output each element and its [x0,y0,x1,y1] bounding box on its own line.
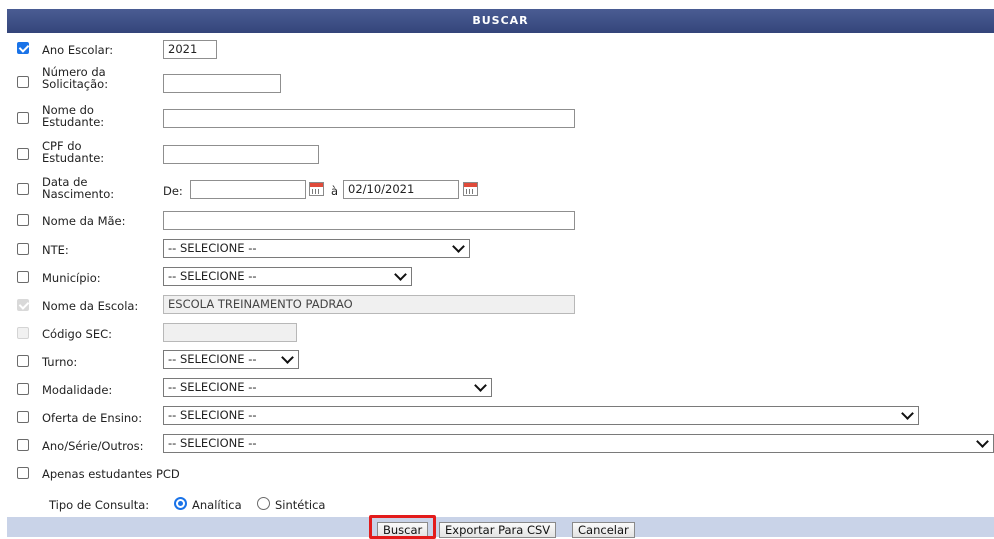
cpf-estudante-input[interactable] [163,145,319,164]
nome-escola-checkbox [17,299,29,311]
modalidade-label: Modalidade: [42,383,113,397]
calendar-icon-de[interactable] [309,182,324,196]
nte-label: NTE: [42,243,69,257]
municipio-label: Município: [42,271,101,285]
turno-selected: -- SELECIONE -- [168,352,257,366]
numero-solicitacao-input[interactable] [163,74,281,93]
sintetica-label: Sintética [275,498,326,512]
data-de-input[interactable] [190,180,306,199]
calendar-icon-a[interactable] [463,182,478,196]
turno-checkbox[interactable] [17,355,29,367]
exportar-csv-button[interactable]: Exportar Para CSV [439,522,557,538]
ano-serie-select[interactable]: -- SELECIONE -- [163,434,994,453]
chevron-down-icon [901,407,914,420]
analitica-label: Analítica [192,498,242,512]
data-a-label: à [331,184,339,198]
tipo-consulta-label: Tipo de Consulta: [49,498,150,512]
nte-select[interactable]: -- SELECIONE -- [163,239,470,258]
oferta-ensino-label: Oferta de Ensino: [42,411,143,425]
modalidade-selected: -- SELECIONE -- [168,380,257,394]
data-nascimento-label-line2: Nascimento: [42,187,115,201]
data-nascimento-checkbox[interactable] [17,183,29,195]
municipio-checkbox[interactable] [17,271,29,283]
cpf-estudante-checkbox[interactable] [17,148,29,160]
numero-solicitacao-checkbox[interactable] [17,76,29,88]
turno-select[interactable]: -- SELECIONE -- [163,350,299,369]
nte-checkbox[interactable] [17,243,29,255]
data-de-label: De: [163,184,183,198]
ano-serie-checkbox[interactable] [17,439,29,451]
nte-selected: -- SELECIONE -- [168,241,257,255]
oferta-ensino-selected: -- SELECIONE -- [168,408,257,422]
municipio-select[interactable]: -- SELECIONE -- [163,267,412,286]
chevron-down-icon [474,379,487,392]
sintetica-radio[interactable] [257,497,270,510]
chevron-down-icon [394,268,407,281]
oferta-ensino-checkbox[interactable] [17,411,29,423]
nome-estudante-checkbox[interactable] [17,112,29,124]
cpf-estudante-label-line2: Estudante: [42,151,105,165]
codigo-sec-input [163,323,297,342]
buscar-highlight-box [369,515,436,539]
cancelar-button[interactable]: Cancelar [572,522,635,538]
ano-escolar-label: Ano Escolar: [42,43,114,57]
modalidade-select[interactable]: -- SELECIONE -- [163,378,492,397]
nome-estudante-input[interactable] [163,109,575,128]
modalidade-checkbox[interactable] [17,383,29,395]
analitica-radio[interactable] [174,497,187,510]
chevron-down-icon [976,435,989,448]
data-a-input[interactable]: 02/10/2021 [343,180,459,199]
municipio-selected: -- SELECIONE -- [168,269,257,283]
chevron-down-icon [452,240,465,253]
nome-estudante-label-line2: Estudante: [42,115,105,129]
ano-serie-label: Ano/Série/Outros: [42,439,144,453]
search-panel-header: BUSCAR [7,9,994,33]
pcd-label: Apenas estudantes PCD [42,467,180,481]
oferta-ensino-select[interactable]: -- SELECIONE -- [163,406,919,425]
codigo-sec-checkbox [17,327,29,339]
ano-serie-selected: -- SELECIONE -- [168,436,257,450]
codigo-sec-label: Código SEC: [42,327,113,341]
numero-solicitacao-label-line2: Solicitação: [42,77,109,91]
nome-mae-checkbox[interactable] [17,214,29,226]
ano-escolar-input[interactable]: 2021 [163,40,217,59]
pcd-checkbox[interactable] [17,467,29,479]
chevron-down-icon [281,351,294,364]
nome-mae-label: Nome da Mãe: [42,214,126,228]
nome-escola-input: ESCOLA TREINAMENTO PADRAO [163,295,575,314]
nome-mae-input[interactable] [163,211,575,230]
nome-escola-label: Nome da Escola: [42,299,139,313]
turno-label: Turno: [42,355,78,369]
ano-escolar-checkbox[interactable] [17,42,29,54]
